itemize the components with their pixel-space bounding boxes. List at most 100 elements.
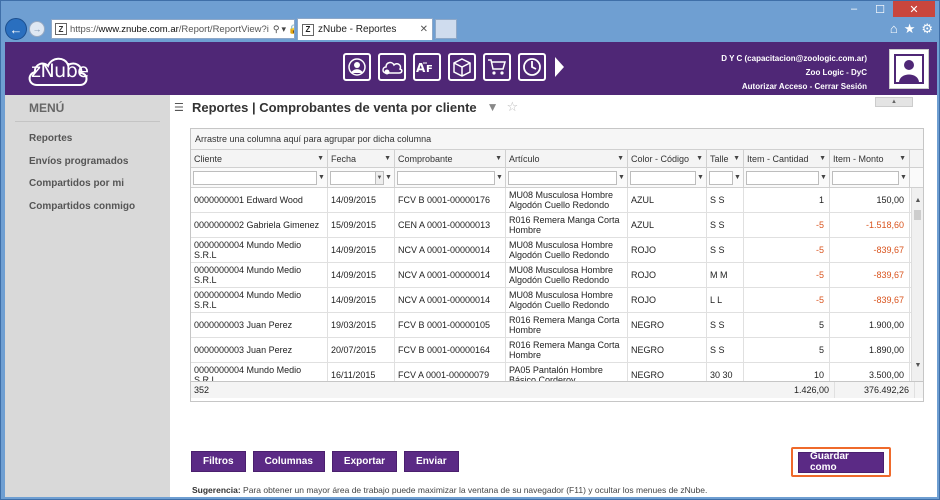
filtros-button[interactable]: Filtros [191,451,246,472]
filter-funnel-icon[interactable]: ▼ [487,100,499,114]
filter-funnel-icon[interactable]: ▼ [617,174,626,181]
filter-input-talle[interactable] [709,170,733,185]
column-header-color[interactable]: Color - Código ▼ [628,150,707,167]
users-icon[interactable] [343,53,371,81]
report-grid: Arrastre una columna aquí para agrupar p… [190,128,924,402]
column-filter-icon[interactable]: ▼ [819,155,826,162]
browser-window: – ☐ ✕ ← → Z https://www.znube.com.ar/Rep… [0,0,940,500]
columnas-button[interactable]: Columnas [252,451,325,472]
table-row[interactable]: 0000000004 Mundo Medio S.R.L 14/09/2015 NC… [191,263,923,288]
filter-funnel-icon[interactable]: ▼ [317,174,326,181]
filter-input-cliente[interactable] [193,170,317,185]
scroll-down-icon[interactable]: ▼ [912,359,923,371]
avatar[interactable] [889,49,929,89]
cell-color: NEGRO [628,313,707,337]
table-row[interactable]: 0000000003 Juan Perez 19/03/2015 FCV B 000… [191,313,923,338]
column-filter-icon[interactable]: ▼ [317,155,324,162]
maximize-button[interactable]: ☐ [867,1,893,17]
svg-text:F: F [426,64,433,75]
filter-input-articulo[interactable] [508,170,617,185]
cell-color: ROJO [628,263,707,287]
more-modules-arrow-icon[interactable] [555,57,564,77]
cell-cantidad: -5 [744,263,830,287]
close-button[interactable]: ✕ [893,1,935,17]
filter-cell-color: ▼ [628,168,707,187]
column-filter-icon[interactable]: ▼ [899,155,906,162]
table-row[interactable]: 0000000001 Edward Wood 14/09/2015 FCV B 00… [191,188,923,213]
table-row[interactable]: 0000000003 Juan Perez 20/07/2015 FCV B 000… [191,338,923,363]
znube-logo[interactable]: zNube [25,52,95,88]
filter-funnel-icon[interactable]: ▼ [733,174,742,181]
sidebar-item-compartidos-conmigo[interactable]: Compartidos conmigo [5,196,170,219]
exportar-button[interactable]: Exportar [331,451,398,472]
column-filter-icon[interactable]: ▼ [384,155,391,162]
browser-tab[interactable]: Z zNube - Reportes ✕ [297,18,433,40]
sidebar-item-envios-programados[interactable]: Envíos programados [5,151,170,174]
user-links: Autorizar Acceso - Cerrar Sesión [721,80,867,94]
scroll-up-icon[interactable]: ▲ [912,194,923,206]
filter-funnel-icon[interactable]: ▼ [819,174,828,181]
boxes-icon[interactable] [448,53,476,81]
home-icon[interactable]: ⌂ [890,21,898,37]
grid-body[interactable]: 0000000001 Edward Wood 14/09/2015 FCV B 00… [191,188,923,381]
cloud-settings-icon[interactable] [378,53,406,81]
filter-input-comprobante[interactable] [397,170,495,185]
group-by-area[interactable]: Arrastre una columna aquí para agrupar p… [191,129,923,150]
cell-fecha: 14/09/2015 [328,263,395,287]
column-filter-icon[interactable]: ▼ [733,155,740,162]
grid-footer-row: 352 1.426,00 376.492,26 [191,381,923,398]
column-filter-icon[interactable]: ▼ [495,155,502,162]
favorites-star-icon[interactable]: ★ [904,21,916,37]
back-button[interactable]: ← [5,18,27,40]
filter-input-monto[interactable] [832,170,899,185]
column-header-cliente[interactable]: Cliente ▼ [191,150,328,167]
address-tools-icon[interactable]: ⚲▾🔒C✕ [273,24,294,35]
logout-link[interactable]: Cerrar Sesión [815,82,867,91]
favorite-star-icon[interactable]: ☆ [507,99,519,115]
sidebar-item-compartidos-por-mi[interactable]: Compartidos por mi [5,173,170,196]
hint-label: Sugerencia: [192,485,241,495]
filter-funnel-icon[interactable]: ▼ [384,174,393,181]
authorize-access-link[interactable]: Autorizar Acceso [742,82,808,91]
cart-icon[interactable] [483,53,511,81]
table-row[interactable]: 0000000004 Mundo Medio S.R.L 16/11/2015 FC… [191,363,923,381]
table-row[interactable]: 0000000002 Gabriela Gimenez 15/09/2015 CEN… [191,213,923,238]
cell-comprobante: FCV B 0001-00000176 [395,188,506,212]
minimize-button[interactable]: – [841,1,867,17]
filter-input-cantidad[interactable] [746,170,819,185]
collapse-header-button[interactable]: ▲ [875,97,913,107]
settings-gear-icon[interactable]: ⚙ [921,21,933,37]
guardar-como-button[interactable]: Guardar como [798,451,884,473]
forward-button[interactable]: → [29,21,45,37]
column-header-articulo[interactable]: Artículo ▼ [506,150,628,167]
tab-close-icon[interactable]: ✕ [420,24,428,35]
window-controls: – ☐ ✕ [841,1,935,17]
table-row[interactable]: 0000000004 Mundo Medio S.R.L 14/09/2015 NC… [191,238,923,263]
clock-icon[interactable] [518,53,546,81]
column-header-cantidad[interactable]: Item - Cantidad ▼ [744,150,830,167]
filter-cell-fecha: ▼ ▼ [328,168,395,187]
filter-funnel-icon[interactable]: ▼ [899,174,908,181]
filter-input-fecha[interactable] [330,170,376,185]
address-bar[interactable]: Z https://www.znube.com.ar/Report/Report… [51,19,295,39]
reports-icon[interactable]: AF [413,53,441,81]
scroll-thumb[interactable] [914,210,921,220]
cell-talle: S S [707,313,744,337]
enviar-button[interactable]: Enviar [404,451,459,472]
sidebar-item-reportes[interactable]: Reportes [5,128,170,151]
table-row[interactable]: 0000000004 Mundo Medio S.R.L 14/09/2015 NC… [191,288,923,313]
filter-input-color[interactable] [630,170,696,185]
new-tab-button[interactable] [435,19,457,39]
menu-title: MENÚ [29,101,65,115]
filter-funnel-icon[interactable]: ▼ [696,174,705,181]
vertical-scrollbar[interactable]: ▲ ▼ [911,188,923,381]
filter-funnel-icon[interactable]: ▼ [495,174,504,181]
column-header-monto[interactable]: Item - Monto ▼ [830,150,910,167]
column-header-talle[interactable]: Talle ▼ [707,150,744,167]
menu-toggle-icon[interactable]: ☰ [174,101,184,114]
column-filter-icon[interactable]: ▼ [696,155,703,162]
column-header-comprobante[interactable]: Comprobante ▼ [395,150,506,167]
column-filter-icon[interactable]: ▼ [617,155,624,162]
date-dropdown-icon[interactable]: ▼ [376,170,384,185]
column-header-fecha[interactable]: Fecha ▼ [328,150,395,167]
